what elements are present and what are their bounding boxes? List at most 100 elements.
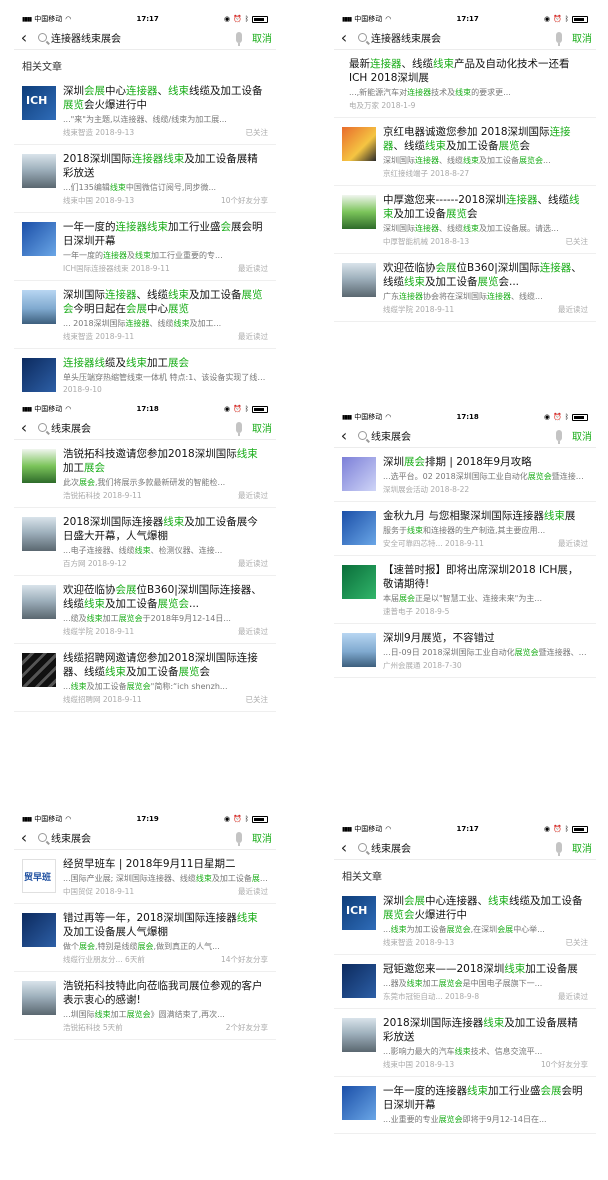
search-field[interactable]: 连接器线束展会 (352, 27, 572, 49)
cancel-button[interactable]: 取消 (252, 830, 272, 845)
article-meta: 速普电子 2018-9-5 (383, 606, 588, 617)
article-title[interactable]: 【速普时报】即将出席深圳2018 ICH展，敬请期待! (383, 563, 588, 591)
article-result[interactable]: 经贸早班车 | 2018年9月11日星期二 ...国际产业展; 深圳国际连接器、线… (14, 850, 276, 904)
article-title[interactable]: 线缆招聘网邀请您参加2018深圳国际连接器、线缆线束及加工设备展览会 (63, 651, 268, 679)
search-query[interactable]: 连接器线束展会 (371, 30, 552, 45)
article-thumbnail (22, 913, 56, 947)
article-result[interactable]: 深圳会展中心连接器、线束线缆及加工设备展览会火爆进行中 ..."来"为主题,以连接… (14, 77, 276, 145)
article-result[interactable]: 【速普时报】即将出席深圳2018 ICH展，敬请期待! 本届展会正是以"智慧工业、… (334, 556, 596, 624)
article-title[interactable]: 欢迎莅临协会展位B360|深圳国际连接器、线缆线束及加工设备展览会... (383, 261, 588, 289)
article-title[interactable]: 2018深圳国际连接器线束及加工设备展精彩放送 (63, 152, 268, 180)
article-title[interactable]: 欢迎莅临协会展位B360|深圳国际连接器、线缆线束及加工设备展览会... (63, 583, 268, 611)
search-field[interactable]: 连接器线束展会 (32, 27, 252, 49)
article-title[interactable]: 浩锐拓科技特此向莅临我司展位参观的客户表示衷心的感谢! (63, 979, 268, 1007)
article-snippet: 做个展会,特别是线缆展会,做到真正的人气... (63, 942, 220, 951)
article-result[interactable]: 中厚邀您来------2018深圳连接器、线缆线束及加工设备展览会 深圳国际连接器… (334, 186, 596, 254)
article-result[interactable]: 2018深圳国际连接器线束及加工设备展精彩放送 ...们135编辑线束中国微信订阅… (14, 145, 276, 213)
article-result[interactable]: 连接器线缆及线束加工展会单头压端穿热缩管线束一体机 特点:1、该设备实现了线材拉… (14, 349, 276, 394)
article-title[interactable]: 中厚邀您来------2018深圳连接器、线缆线束及加工设备展览会 (383, 193, 588, 221)
search-query[interactable]: 线束展会 (51, 830, 232, 845)
search-field[interactable]: 线束展会 (352, 425, 572, 447)
search-query[interactable]: 线束展会 (371, 428, 552, 443)
article-title[interactable]: 连接器线缆及线束加工展会 (63, 356, 268, 370)
article-result[interactable]: 欢迎莅临协会展位B360|深圳国际连接器、线缆线束及加工设备展览会... ...缆… (14, 576, 276, 644)
article-body: 【速普时报】即将出席深圳2018 ICH展，敬请期待! 本届展会正是以"智慧工业、… (383, 563, 588, 617)
article-status: 2个好友分享 (225, 1023, 268, 1032)
article-status: 最近读过 (238, 887, 268, 896)
back-arrow-icon[interactable]: ‹ (336, 425, 352, 447)
article-date: 2018-9-5 (415, 607, 450, 616)
microphone-icon[interactable] (556, 430, 562, 444)
article-result[interactable]: 欢迎莅临协会展位B360|深圳国际连接器、线缆线束及加工设备展览会... 广东连接… (334, 254, 596, 322)
search-field[interactable]: 线束展会 (32, 827, 252, 849)
article-title[interactable]: 最新连接器、线缆线束产品及自动化技术一还看 ICH 2018深圳展 (349, 57, 588, 85)
article-result[interactable]: 浩锐拓科技邀请您参加2018深圳国际线束加工展会 此次展会,我们将展示多款最新研发… (14, 440, 276, 508)
search-query[interactable]: 线束展会 (371, 840, 552, 855)
article-title[interactable]: 深圳国际连接器、线缆线束及加工设备展览会今明日起在会展中心展览 (63, 288, 268, 316)
article-result[interactable]: 冠钜邀您来——2018深圳线束加工设备展 ...器及线束加工展览会是中国电子展旗下… (334, 955, 596, 1009)
article-title[interactable]: 2018深圳国际连接器线束及加工设备展今日盛大开幕，人气爆棚 (63, 515, 268, 543)
cancel-button[interactable]: 取消 (252, 30, 272, 45)
article-result[interactable]: 线缆招聘网邀请您参加2018深圳国际连接器、线缆线束及加工设备展览会 ...线束及… (14, 644, 276, 712)
search-field[interactable]: 线束展会 (352, 837, 572, 859)
orientation-lock-icon: ◉ (223, 405, 231, 413)
back-arrow-icon[interactable]: ‹ (16, 27, 32, 49)
status-left: ▮▮▮▮ 中国移动 ◠ (342, 824, 391, 834)
article-title[interactable]: 金秋九月 与您相聚深圳国际连接器线束展 (383, 509, 588, 523)
article-result[interactable]: 京红电器诚邀您参加 2018深圳国际连接器、线缆线束及加工设备展览会深圳国际连接… (334, 118, 596, 186)
article-title[interactable]: 浩锐拓科技邀请您参加2018深圳国际线束加工展会 (63, 447, 268, 475)
article-title[interactable]: 深圳9月展览，不容错过 (383, 631, 588, 645)
orientation-lock-icon: ◉ (223, 815, 231, 823)
search-query[interactable]: 连接器线束展会 (51, 30, 232, 45)
search-field[interactable]: 线束展会 (32, 417, 252, 439)
article-title[interactable]: 深圳展会排期 | 2018年9月攻略 (383, 455, 588, 469)
back-arrow-icon[interactable]: ‹ (16, 827, 32, 849)
back-arrow-icon[interactable]: ‹ (336, 27, 352, 49)
article-date: 2018-8-27 (430, 169, 470, 178)
status-left: ▮▮▮▮ 中国移动 ◠ (22, 14, 71, 24)
article-meta: 深圳展会活动 2018-8-22 (383, 484, 588, 495)
cancel-button[interactable]: 取消 (252, 420, 272, 435)
cancel-button[interactable]: 取消 (572, 428, 592, 443)
article-title[interactable]: 深圳会展中心连接器、线束线缆及加工设备展览会火爆进行中 (383, 894, 588, 922)
article-result[interactable]: 浩锐拓科技特此向莅临我司展位参观的客户表示衷心的感谢! ...圳国际线束加工展览会… (14, 972, 276, 1040)
microphone-icon[interactable] (556, 32, 562, 46)
article-snippet: ...圳国际线束加工展览会》圆满结束了,再次... (63, 1010, 225, 1019)
article-title[interactable]: 经贸早班车 | 2018年9月11日星期二 (63, 857, 268, 871)
article-title[interactable]: 冠钜邀您来——2018深圳线束加工设备展 (383, 962, 588, 976)
article-title[interactable]: 一年一度的连接器线束加工行业盛会展会明日深圳开幕 (63, 220, 268, 248)
article-result[interactable]: 一年一度的连接器线束加工行业盛会展会明日深圳开幕 ...业重要的专业展览会即将于9… (334, 1077, 596, 1134)
article-result[interactable]: 深圳会展中心连接器、线束线缆及加工设备展览会火爆进行中 ...线束为加工设备展览会… (334, 887, 596, 955)
article-result[interactable]: 2018深圳国际连接器线束及加工设备展今日盛大开幕，人气爆棚 ...电子连接器、线… (14, 508, 276, 576)
article-meta: 安全可靠四芯特... 2018-9-11 最近读过 (383, 538, 588, 549)
article-result[interactable]: 错过再等一年，2018深圳国际连接器线束及加工设备展人气爆棚做个展会,特别是线缆… (14, 904, 276, 972)
cancel-button[interactable]: 取消 (572, 30, 592, 45)
back-arrow-icon[interactable]: ‹ (16, 417, 32, 439)
article-snippet: ...选平台。02 2018深圳国际工业自动化展览会暨连接器、线缆及线束设备展览… (383, 472, 588, 481)
microphone-icon[interactable] (236, 32, 242, 46)
microphone-icon[interactable] (236, 422, 242, 436)
article-result[interactable]: 深圳9月展览，不容错过 ...日-09日 2018深圳国际工业自动化展览会暨连接器… (334, 624, 596, 678)
article-result[interactable]: 一年一度的连接器线束加工行业盛会展会明日深圳开幕 一年一度的连接器及线束加工行业重… (14, 213, 276, 281)
article-source-date: 线缆招聘网 2018-9-11 (63, 694, 142, 705)
article-result[interactable]: 深圳展会排期 | 2018年9月攻略 ...选平台。02 2018深圳国际工业自动… (334, 448, 596, 502)
article-result[interactable]: 深圳国际连接器、线缆线束及加工设备展览会今明日起在会展中心展览 ... 2018深… (14, 281, 276, 349)
microphone-icon[interactable] (556, 842, 562, 856)
article-title[interactable]: 错过再等一年，2018深圳国际连接器线束及加工设备展人气爆棚 (63, 911, 268, 939)
microphone-icon[interactable] (236, 832, 242, 846)
battery-icon (252, 815, 268, 823)
carrier-label: 中国移动 (354, 413, 383, 421)
article-result[interactable]: 最新连接器、线缆线束产品及自动化技术一还看 ICH 2018深圳展 ...,新能源… (334, 50, 596, 118)
article-meta: 2018-9-10 (63, 385, 268, 394)
search-query[interactable]: 线束展会 (51, 420, 232, 435)
article-snippet: 深圳国际连接器、线缆线束及加工设备展览会... (383, 156, 551, 165)
cancel-button[interactable]: 取消 (572, 840, 592, 855)
article-title[interactable]: 一年一度的连接器线束加工行业盛会展会明日深圳开幕 (383, 1084, 588, 1112)
article-title[interactable]: 2018深圳国际连接器线束及加工设备展精彩放送 (383, 1016, 588, 1044)
back-arrow-icon[interactable]: ‹ (336, 837, 352, 859)
article-title[interactable]: 京红电器诚邀您参加 2018深圳国际连接器、线缆线束及加工设备展览会 (383, 125, 588, 153)
article-result[interactable]: 金秋九月 与您相聚深圳国际连接器线束展 服务于线束和连接器的生产制造,其主要应用.… (334, 502, 596, 556)
article-title[interactable]: 深圳会展中心连接器、线束线缆及加工设备展览会火爆进行中 (63, 84, 268, 112)
article-result[interactable]: 2018深圳国际连接器线束及加工设备展精彩放送 ...影响力最大的汽车线束技术、信… (334, 1009, 596, 1077)
article-snippet: 本届展会正是以"智慧工业、连接未来"为主... (383, 594, 542, 603)
